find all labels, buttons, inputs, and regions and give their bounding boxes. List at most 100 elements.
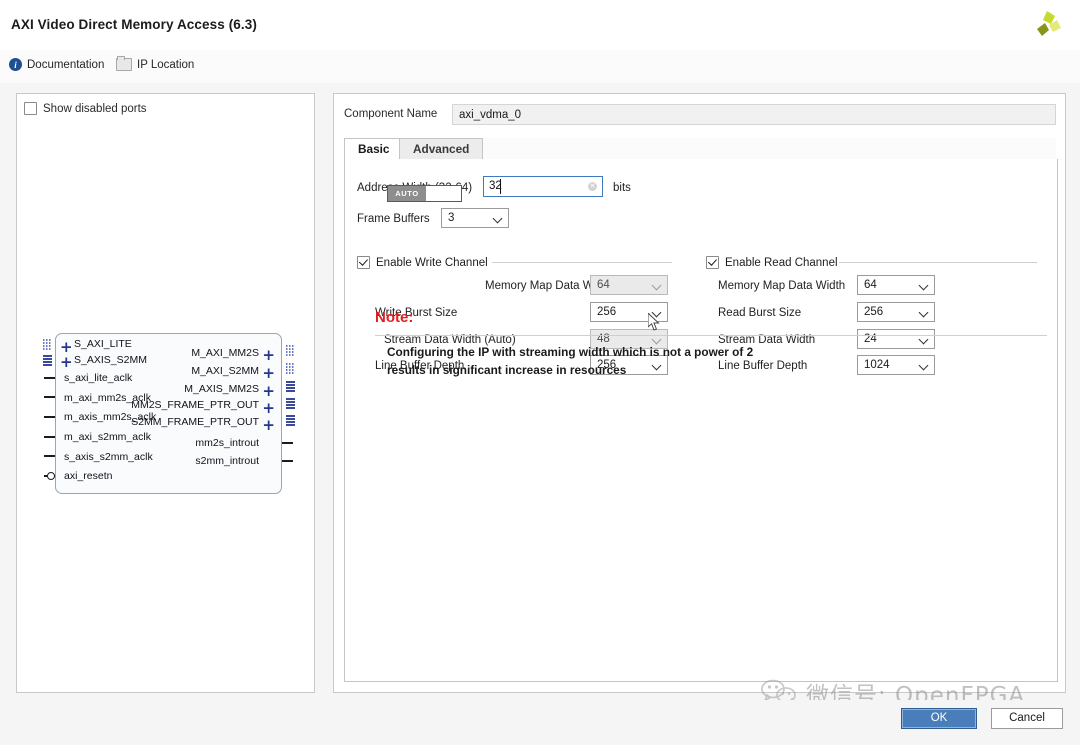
ip-location-label: IP Location	[137, 58, 195, 71]
chevron-down-icon	[653, 282, 661, 290]
port-label-mm2s-frame-ptr-out: MM2S_FRAME_PTR_OUT	[131, 399, 259, 411]
chevron-down-icon	[494, 215, 502, 223]
bus-connector-s-axis-s2mm	[43, 355, 52, 367]
auto-toggle-switch[interactable]: AUTO	[387, 185, 462, 202]
bus-connector-mm2s-frame-ptr-out	[286, 398, 295, 410]
chevron-down-icon	[920, 309, 928, 317]
read-memory-map-data-width-select[interactable]: 64	[857, 275, 935, 295]
expand-icon[interactable]: +	[262, 384, 275, 399]
pin-stub	[44, 377, 55, 379]
folder-icon	[116, 56, 132, 71]
config-panel: Component Name axi_vdma_0 Basic Advanced…	[333, 93, 1066, 693]
port-label-m-axi-s2mm-aclk: m_axi_s2mm_aclk	[64, 431, 151, 443]
pin-stub	[44, 416, 55, 418]
port-label-s-axi-lite-aclk: s_axi_lite_aclk	[64, 372, 133, 384]
component-name-label: Component Name	[344, 108, 438, 120]
port-label-s2mm-introut: s2mm_introut	[195, 455, 259, 467]
dialog-body: Show disabled ports + + S_AXI_LITE S_AXI…	[0, 83, 1080, 745]
enable-read-channel-label: Enable Read Channel	[725, 256, 838, 269]
address-width-input[interactable]: 32	[483, 176, 603, 197]
read-stream-data-width-select[interactable]: 24	[857, 329, 935, 349]
value-text: 256	[597, 306, 617, 318]
tab-strip: Basic Advanced	[344, 138, 1056, 161]
clear-circle-icon[interactable]: ✕	[588, 182, 597, 191]
info-icon: i	[9, 58, 22, 71]
read-burst-size-select[interactable]: 256	[857, 302, 935, 322]
ports-panel: Show disabled ports + + S_AXI_LITE S_AXI…	[16, 93, 315, 693]
note-title: Note:	[375, 309, 414, 326]
documentation-link[interactable]: i Documentation	[9, 58, 104, 71]
frame-buffers-select[interactable]: 3	[441, 208, 509, 228]
address-width-units: bits	[613, 182, 631, 194]
note-rule	[375, 335, 1047, 336]
enable-write-channel-checkbox[interactable]: Enable Write Channel	[357, 256, 488, 269]
show-disabled-ports-checkbox[interactable]: Show disabled ports	[24, 102, 147, 115]
read-line-buffer-depth-select[interactable]: 1024	[857, 355, 935, 375]
group-rule	[492, 262, 672, 263]
pin-stub	[44, 455, 55, 457]
frame-buffers-label: Frame Buffers	[357, 213, 430, 225]
component-name-row: Component Name axi_vdma_0	[344, 104, 1056, 126]
value-text: 24	[864, 333, 877, 345]
expand-icon[interactable]: +	[262, 418, 275, 433]
page-title: AXI Video Direct Memory Access (6.3)	[11, 17, 257, 32]
read-burst-size-label: Read Burst Size	[718, 307, 802, 319]
port-label-mm2s-introut: mm2s_introut	[195, 437, 259, 449]
frame-buffers-value: 3	[448, 212, 455, 224]
active-low-marker-icon	[47, 472, 55, 480]
value-text: 256	[864, 306, 884, 318]
value-text: 64	[864, 279, 877, 291]
checkbox-box	[706, 256, 719, 269]
mouse-cursor-icon	[648, 313, 660, 331]
chevron-down-icon	[653, 336, 661, 344]
note-line-1: Configuring the IP with streaming width …	[387, 345, 754, 359]
port-label-axi-resetn: axi_resetn	[64, 470, 113, 482]
checkbox-box	[357, 256, 370, 269]
tab-basic[interactable]: Basic	[344, 138, 404, 160]
expand-icon[interactable]: +	[262, 366, 275, 381]
chevron-down-icon	[653, 362, 661, 370]
write-memory-map-data-width-select[interactable]: 64	[590, 275, 668, 295]
enable-read-channel-checkbox[interactable]: Enable Read Channel	[706, 256, 838, 269]
port-label-m-axi-s2mm: M_AXI_S2MM	[191, 365, 259, 377]
tab-advanced[interactable]: Advanced	[399, 138, 484, 160]
auto-toggle-label: AUTO	[388, 186, 426, 201]
bus-connector-s2mm-frame-ptr-out	[286, 415, 295, 427]
group-rule	[839, 262, 1037, 263]
text-caret	[500, 179, 501, 194]
dialog-title-bar: AXI Video Direct Memory Access (6.3)	[0, 0, 1080, 51]
ok-button[interactable]: OK	[901, 708, 977, 729]
dialog-toolbar: i Documentation IP Location	[0, 50, 1080, 84]
chevron-down-icon	[920, 362, 928, 370]
pin-stub	[44, 396, 55, 398]
port-label-m-axis-mm2s: M_AXIS_MM2S	[184, 383, 259, 395]
checkbox-box	[24, 102, 37, 115]
expand-icon[interactable]: +	[60, 340, 73, 355]
vivado-pinwheel-icon	[1037, 11, 1061, 36]
port-label-s2mm-frame-ptr-out: S2MM_FRAME_PTR_OUT	[131, 416, 259, 428]
enable-write-channel-label: Enable Write Channel	[376, 256, 488, 269]
chevron-down-icon	[920, 336, 928, 344]
read-line-buffer-depth-label: Line Buffer Depth	[718, 360, 808, 372]
port-label-s-axis-s2mm-aclk: s_axis_s2mm_aclk	[64, 451, 153, 463]
show-disabled-ports-label: Show disabled ports	[43, 102, 147, 115]
expand-icon[interactable]: +	[262, 401, 275, 416]
value-text: 64	[597, 279, 610, 291]
expand-icon[interactable]: +	[60, 355, 73, 370]
value-text: 1024	[864, 359, 890, 371]
tab-content-basic: Address Width (32-64) 32 ✕ bits Frame Bu…	[344, 159, 1058, 682]
pin-stub	[44, 436, 55, 438]
bus-connector-m-axi-mm2s	[286, 345, 295, 357]
port-label-s-axi-lite: S_AXI_LITE	[74, 338, 132, 350]
cancel-button[interactable]: Cancel	[991, 708, 1063, 729]
note-line-2: results in significant increase in resou…	[387, 363, 627, 377]
component-name-input[interactable]: axi_vdma_0	[452, 104, 1056, 125]
chevron-down-icon	[920, 282, 928, 290]
ip-block-diagram: + + S_AXI_LITE S_AXIS_S2MM s_axi_lite_ac…	[43, 333, 295, 494]
bus-connector-s-axi-lite	[43, 339, 52, 351]
port-label-s-axis-s2mm: S_AXIS_S2MM	[74, 354, 147, 366]
pin-stub	[282, 460, 293, 462]
expand-icon[interactable]: +	[262, 348, 275, 363]
ip-location-link[interactable]: IP Location	[116, 56, 195, 71]
pin-stub	[282, 442, 293, 444]
